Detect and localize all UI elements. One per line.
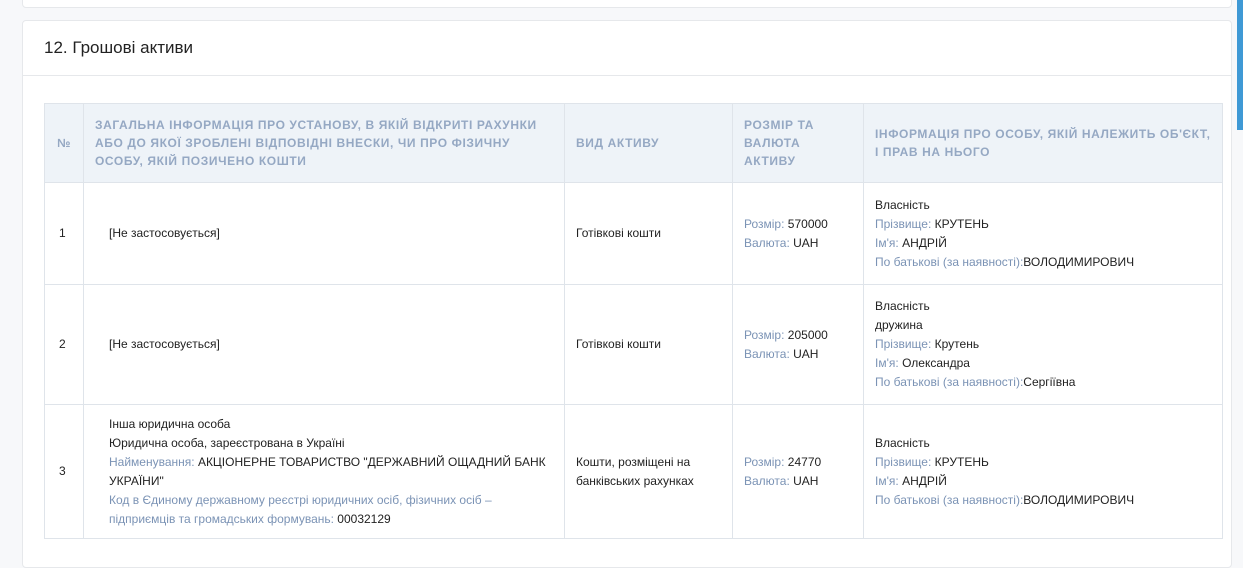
row-num: 3	[44, 404, 84, 539]
size-value: 24770	[787, 454, 822, 469]
header-num: №	[44, 103, 84, 183]
org-name-label: Найменування:	[109, 454, 195, 469]
currency-label: Валюта:	[744, 235, 790, 250]
row-asset-type: Готівкові кошти	[564, 182, 733, 285]
row-owner: Власність Прізвище: КРУТЕНЬ Ім'я: АНДРІЙ…	[863, 404, 1223, 539]
name-value: АНДРІЙ	[902, 473, 947, 488]
ownership-value: Власність	[875, 197, 930, 212]
table-row: 1 [Не застосовується] Готівкові кошти Ро…	[44, 182, 1223, 285]
institution-type: Інша юридична особа	[109, 416, 231, 431]
currency-label: Валюта:	[744, 346, 790, 361]
size-value: 570000	[787, 216, 828, 231]
scrollbar-accent[interactable]	[1237, 0, 1243, 130]
table-row: 2 [Не застосовується] Готівкові кошти Ро…	[44, 284, 1223, 405]
size-label: Розмір:	[744, 327, 785, 342]
header-owner: Інформація про особу, якій належить об'є…	[863, 103, 1223, 183]
edr-code-value: 00032129	[337, 511, 391, 526]
header-asset-type: Вид активу	[564, 103, 733, 183]
row-institution: [Не застосовується]	[83, 284, 565, 405]
row-amount: Розмір: 24770 Валюта: UAH	[732, 404, 864, 539]
patronymic-value: Сергіївна	[1023, 375, 1076, 389]
row-owner: Власність Прізвище: КРУТЕНЬ Ім'я: АНДРІЙ…	[863, 182, 1223, 285]
ownership-value: Власність	[875, 435, 930, 450]
ownership-value: Власність	[875, 299, 930, 313]
relation-value: дружина	[875, 318, 923, 332]
patronymic-value: ВОЛОДИМИРОВИЧ	[1023, 254, 1135, 269]
header-amount: Розмір та валюта активу	[732, 103, 864, 183]
table-header-row: № Загальна інформація про установу, в як…	[44, 103, 1223, 183]
monetary-assets-table: № Загальна інформація про установу, в як…	[44, 103, 1223, 539]
currency-label: Валюта:	[744, 473, 790, 488]
patronymic-label: По батькові (за наявності):	[875, 375, 1024, 389]
row-amount: Розмір: 570000 Валюта: UAH	[732, 182, 864, 285]
section-title: 12. Грошові активи	[23, 21, 1231, 76]
name-value: Олександра	[902, 356, 970, 370]
institution-registration: Юридична особа, зареєстрована в Україні	[109, 435, 345, 450]
patronymic-label: По батькові (за наявності):	[875, 254, 1024, 269]
row-institution: Інша юридична особа Юридична особа, заре…	[83, 404, 565, 539]
surname-label: Прізвище:	[875, 337, 932, 351]
currency-value: UAH	[793, 346, 819, 361]
size-value: 205000	[787, 327, 828, 342]
header-institution: Загальна інформація про установу, в якій…	[83, 103, 565, 183]
row-num: 2	[44, 284, 84, 405]
name-label: Ім'я:	[875, 473, 899, 488]
surname-value: КРУТЕНЬ	[934, 216, 989, 231]
row-asset-type: Готівкові кошти	[564, 284, 733, 405]
row-owner: Власність дружина Прізвище: Крутень Ім'я…	[863, 284, 1223, 405]
patronymic-value: ВОЛОДИМИРОВИЧ	[1023, 492, 1135, 507]
surname-value: Крутень	[934, 337, 980, 351]
row-amount: Розмір: 205000 Валюта: UAH	[732, 284, 864, 405]
name-label: Ім'я:	[875, 235, 899, 250]
table-row: 3 Інша юридична особа Юридична особа, за…	[44, 404, 1223, 539]
edr-code-label: Код в Єдиному державному реєстрі юридичн…	[109, 492, 492, 526]
row-asset-type: Кошти, розміщені на банківських рахунках	[564, 404, 733, 539]
patronymic-label: По батькові (за наявності):	[875, 492, 1024, 507]
size-label: Розмір:	[744, 216, 785, 231]
monetary-assets-section: 12. Грошові активи № Загальна інформація…	[22, 20, 1232, 568]
previous-section-card	[22, 0, 1232, 8]
currency-value: UAH	[793, 235, 819, 250]
surname-label: Прізвище:	[875, 454, 932, 469]
surname-label: Прізвище:	[875, 216, 932, 231]
name-value: АНДРІЙ	[902, 235, 947, 250]
row-institution: [Не застосовується]	[83, 182, 565, 285]
size-label: Розмір:	[744, 454, 785, 469]
name-label: Ім'я:	[875, 356, 899, 370]
row-num: 1	[44, 182, 84, 285]
currency-value: UAH	[793, 473, 819, 488]
surname-value: КРУТЕНЬ	[934, 454, 989, 469]
